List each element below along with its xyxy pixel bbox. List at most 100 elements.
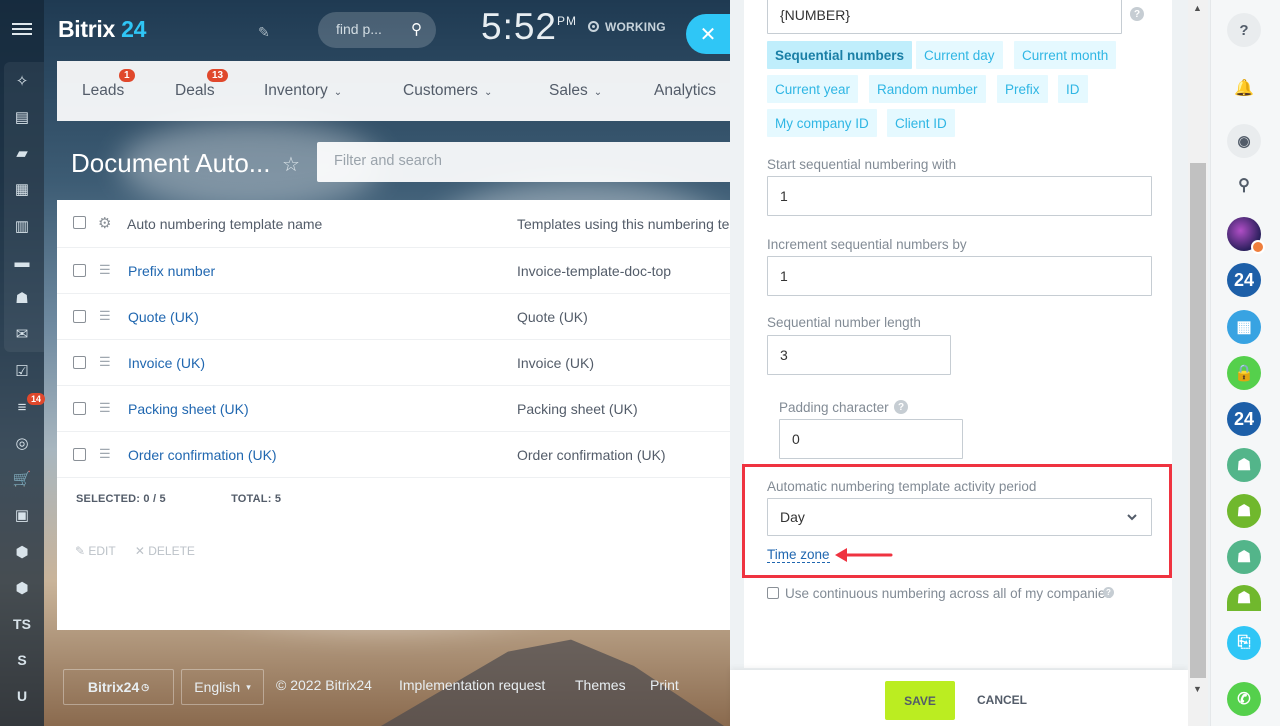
- continuous-numbering-checkbox[interactable]: [767, 587, 779, 599]
- drag-handle-icon[interactable]: ☰: [99, 446, 111, 462]
- cart-icon[interactable]: 🛒: [0, 461, 44, 497]
- favorite-star-icon[interactable]: ☆: [282, 152, 300, 177]
- group-chat-icon[interactable]: ☗: [1227, 494, 1261, 528]
- implementation-request-link[interactable]: Implementation request: [399, 677, 545, 693]
- padding-character-input[interactable]: 0: [779, 419, 963, 459]
- edit-pen-icon[interactable]: ✎: [258, 24, 270, 41]
- table-row[interactable]: ☰ Packing sheet (UK) Packing sheet (UK): [57, 386, 730, 432]
- close-panel-button[interactable]: ✕: [686, 14, 730, 54]
- scrollbar-thumb[interactable]: [1190, 163, 1206, 678]
- cancel-button[interactable]: CANCEL: [977, 693, 1027, 707]
- group-chat-icon[interactable]: ☗: [1227, 585, 1261, 611]
- sidebar-item-ts[interactable]: TS: [0, 606, 44, 642]
- nav-deals[interactable]: Deals: [175, 82, 215, 100]
- row-checkbox[interactable]: [73, 356, 86, 369]
- column-header-name[interactable]: Auto numbering template name: [127, 216, 322, 232]
- drag-handle-icon[interactable]: ☰: [99, 308, 111, 324]
- template-name-link[interactable]: Prefix number: [128, 263, 215, 279]
- target-icon[interactable]: ◎: [0, 425, 44, 461]
- help-icon[interactable]: ?: [1130, 7, 1144, 21]
- scroll-down-icon[interactable]: ▼: [1193, 684, 1202, 694]
- menu-hamburger-icon[interactable]: [12, 20, 32, 40]
- tag-client-id[interactable]: Client ID: [887, 109, 955, 137]
- search-input[interactable]: find p... ⚲: [318, 12, 436, 48]
- drag-handle-icon[interactable]: ☰: [99, 262, 111, 278]
- continuous-help-icon[interactable]: ?: [1103, 587, 1114, 598]
- tag-my-company-id[interactable]: My company ID: [767, 109, 877, 137]
- nav-customers[interactable]: Customers ⌄: [403, 82, 492, 100]
- package-icon[interactable]: ⬢: [0, 570, 44, 606]
- drag-handle-icon[interactable]: ☰: [99, 354, 111, 370]
- column-header-templates[interactable]: Templates using this numbering te: [517, 216, 729, 232]
- activity-period-select[interactable]: Day: [767, 498, 1152, 536]
- table-row[interactable]: ☰ Prefix number Invoice-template-doc-top: [57, 248, 730, 294]
- group-chat-icon[interactable]: ☗: [1227, 448, 1261, 482]
- lock-icon[interactable]: 🔒: [1227, 356, 1261, 390]
- bitrix24-icon[interactable]: 24: [1227, 402, 1261, 436]
- tag-prefix[interactable]: Prefix: [997, 75, 1048, 103]
- work-status[interactable]: WORKING: [588, 20, 666, 34]
- tag-current-year[interactable]: Current year: [767, 75, 859, 103]
- row-checkbox[interactable]: [73, 310, 86, 323]
- search-icon[interactable]: ⚲: [1227, 168, 1261, 202]
- table-row[interactable]: ☰ Quote (UK) Quote (UK): [57, 294, 730, 340]
- row-checkbox[interactable]: [73, 402, 86, 415]
- number-length-input[interactable]: 3: [767, 335, 951, 375]
- tag-sequential-numbers[interactable]: Sequential numbers: [767, 41, 913, 69]
- table-row[interactable]: ☰ Invoice (UK) Invoice (UK): [57, 340, 730, 386]
- box-icon[interactable]: ⬢: [0, 534, 44, 570]
- bitrix24-logo[interactable]: Bitrix 24: [58, 16, 146, 43]
- nav-sales[interactable]: Sales ⌄: [549, 82, 602, 100]
- select-all-checkbox[interactable]: [73, 216, 86, 229]
- tag-id[interactable]: ID: [1058, 75, 1088, 103]
- template-name-link[interactable]: Quote (UK): [128, 309, 199, 325]
- template-name-link[interactable]: Invoice (UK): [128, 355, 205, 371]
- phone-icon[interactable]: ✆: [1227, 682, 1261, 716]
- drag-handle-icon[interactable]: ☰: [99, 400, 111, 416]
- increment-input[interactable]: 1: [767, 256, 1152, 296]
- nav-leads[interactable]: Leads: [82, 82, 124, 100]
- drive-icon[interactable]: ▬: [0, 244, 44, 280]
- nav-analytics[interactable]: Analytics: [654, 82, 716, 100]
- calendar-icon[interactable]: ▦: [1227, 310, 1261, 344]
- padding-help-icon[interactable]: ?: [894, 400, 908, 414]
- messages-icon[interactable]: ◉: [1227, 124, 1261, 158]
- document-icon[interactable]: ▥: [0, 208, 44, 244]
- bell-icon[interactable]: 🔔: [1227, 71, 1261, 105]
- group-chat-icon[interactable]: ☗: [1227, 540, 1261, 574]
- tasks-icon[interactable]: ☑: [0, 353, 44, 389]
- template-name-link[interactable]: Packing sheet (UK): [128, 401, 249, 417]
- help-circle-icon[interactable]: ?: [1227, 13, 1261, 47]
- row-checkbox[interactable]: [73, 264, 86, 277]
- language-select[interactable]: English ▾: [181, 669, 264, 705]
- contact-card-icon[interactable]: ▣: [0, 497, 44, 533]
- tag-random-number[interactable]: Random number: [869, 75, 986, 103]
- print-link[interactable]: Print: [650, 677, 679, 693]
- table-row[interactable]: ☰ Order confirmation (UK) Order confirma…: [57, 432, 730, 478]
- row-checkbox[interactable]: [73, 448, 86, 461]
- filter-search-input[interactable]: Filter and search: [317, 142, 730, 182]
- activity-stream-icon[interactable]: ✧: [0, 63, 44, 99]
- footer-brand-button[interactable]: Bitrix24 ◷: [63, 669, 174, 705]
- nav-inventory[interactable]: Inventory ⌄: [264, 82, 342, 100]
- gear-icon[interactable]: ⚙: [98, 214, 111, 232]
- sidebar-item-s[interactable]: S: [0, 642, 44, 678]
- mail-icon[interactable]: ✉: [0, 316, 44, 352]
- telephony-icon[interactable]: ⎘: [1227, 626, 1261, 660]
- sidebar-item-u[interactable]: U: [0, 678, 44, 714]
- bitrix24-icon[interactable]: 24: [1227, 263, 1261, 297]
- tag-current-day[interactable]: Current day: [916, 41, 1003, 69]
- start-numbering-input[interactable]: 1: [767, 176, 1152, 216]
- employees-icon[interactable]: ☗: [0, 280, 44, 316]
- tag-current-month[interactable]: Current month: [1014, 41, 1117, 69]
- panel-scrollbar[interactable]: ▲ ▼: [1188, 0, 1208, 726]
- chat-icon[interactable]: ▰: [0, 135, 44, 171]
- calendar-icon[interactable]: ▦: [0, 171, 44, 207]
- save-button[interactable]: SAVE: [885, 681, 955, 720]
- edit-button[interactable]: ✎ EDIT: [75, 544, 116, 558]
- scroll-up-icon[interactable]: ▲: [1193, 3, 1202, 13]
- time-zone-link[interactable]: Time zone: [767, 547, 830, 563]
- template-input[interactable]: {NUMBER}: [767, 0, 1122, 34]
- feed-icon[interactable]: ▤: [0, 99, 44, 135]
- themes-link[interactable]: Themes: [575, 677, 626, 693]
